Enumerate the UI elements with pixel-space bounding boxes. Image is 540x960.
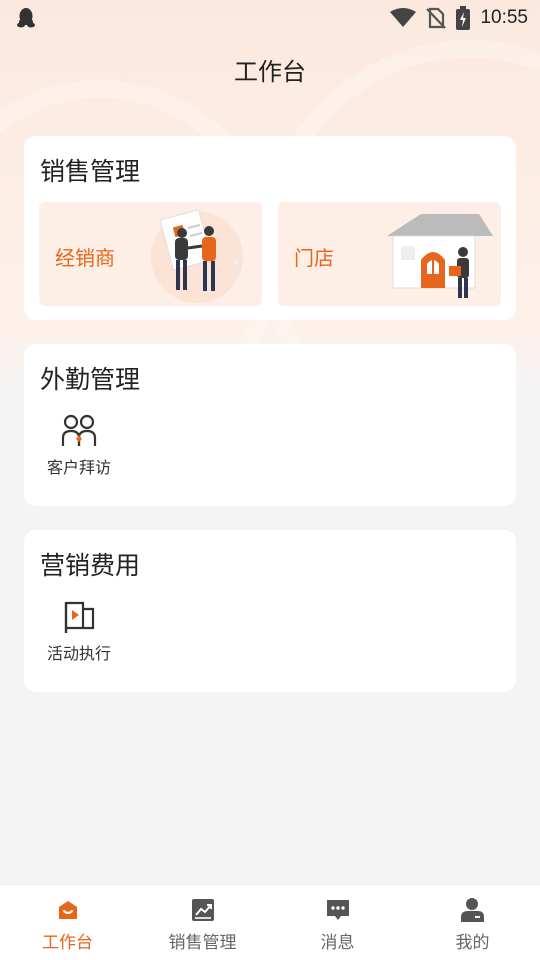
activity-execution-label: 活动执行 [46,644,111,663]
tab-profile[interactable]: 我的 [405,885,540,960]
profile-icon [460,898,484,922]
tab-label: 工作台 [42,933,93,953]
store-tile[interactable]: 门店 [278,202,501,306]
status-time: 10:55 [480,7,528,28]
store-label: 门店 [294,246,334,270]
bottom-tab-bar: 工作台 销售管理 消息 我的 [0,884,540,960]
chart-icon [191,899,214,921]
card-title: 外勤管理 [40,365,141,394]
activity-execution-button[interactable]: 活动执行 [40,600,118,664]
flag-play-icon [64,601,95,633]
tab-label: 销售管理 [168,933,237,953]
tab-messages[interactable]: 消息 [270,885,405,960]
card-title: 营销费用 [40,551,141,580]
message-icon [326,900,349,920]
dealer-tile[interactable]: 经销商 [39,202,262,306]
customer-visit-button[interactable]: 客户拜访 [40,414,118,478]
no-sim-icon [426,7,447,29]
marketing-expenses-card: 营销费用 活动执行 [24,530,516,692]
tab-sales-management[interactable]: 销售管理 [135,885,270,960]
status-bar: 10:55 [0,0,540,36]
tab-workbench[interactable]: 工作台 [0,885,135,960]
store-illustration [387,214,493,298]
field-management-card: 外勤管理 客户拜访 [24,344,516,506]
handshake-illustration [151,209,243,303]
people-icon [61,414,97,446]
battery-charging-icon [456,6,471,30]
wifi-icon [390,8,417,27]
qq-penguin-icon [17,8,35,28]
customer-visit-label: 客户拜访 [46,458,111,477]
tab-label: 我的 [455,933,490,953]
sales-management-card: 销售管理 经销商 门店 [24,136,516,320]
dealer-label: 经销商 [55,246,115,270]
card-title: 销售管理 [40,157,141,186]
tab-label: 消息 [320,933,355,953]
workbench-icon [58,901,77,919]
page-title: 工作台 [234,58,306,86]
